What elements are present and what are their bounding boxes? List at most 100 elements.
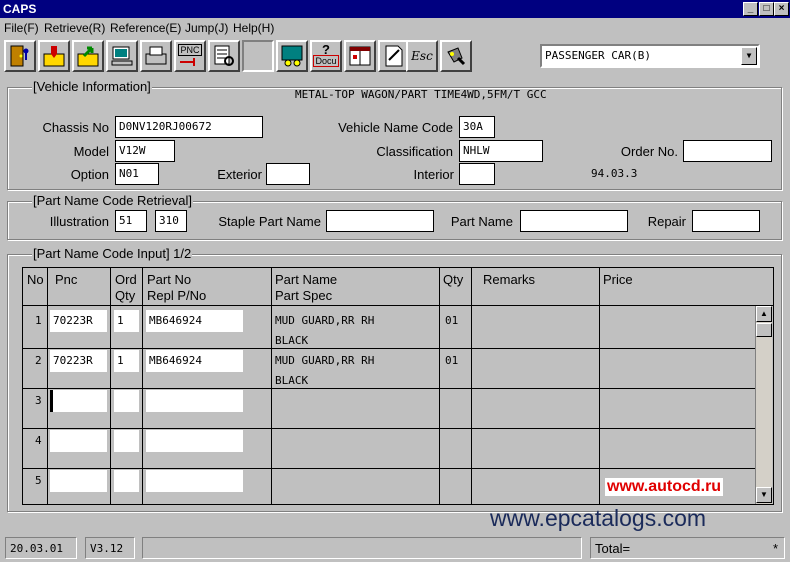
header-price: Price [603, 272, 633, 287]
vehicle-search-icon[interactable] [276, 40, 308, 72]
header-ord: Ord [115, 272, 137, 287]
input-title: [Part Name Code Input] 1/2 [32, 246, 193, 261]
header-part-name: Part Name [275, 272, 338, 287]
pnc-input[interactable]: 70223R [50, 310, 107, 332]
pnc-button[interactable]: PNC [174, 40, 206, 72]
header-no: No [27, 272, 44, 287]
interior-field[interactable] [459, 163, 495, 185]
pnc-label: PNC [178, 44, 202, 56]
vehicle-name-code-field[interactable]: 30A [459, 116, 495, 138]
model-label: Model [73, 144, 109, 159]
vehicle-date: 94.03.3 [591, 167, 638, 180]
menu-help[interactable]: Help(H) [233, 21, 274, 35]
header-part-spec: Part Spec [275, 288, 333, 303]
pnc-input[interactable] [50, 430, 107, 452]
esc-label: Esc [411, 49, 433, 63]
parts-grid: No Pnc Ord Qty Part No Repl P/No Part Na… [22, 267, 774, 505]
blank-button[interactable] [242, 40, 274, 72]
total-label: Total= [595, 541, 631, 556]
epcatalogs-watermark: www.epcatalogs.com [490, 505, 707, 531]
part-no-input[interactable] [146, 390, 243, 412]
car-type-value: PASSENGER CAR(B) [545, 49, 651, 62]
esc-button[interactable]: Esc [406, 40, 438, 72]
retrieval-group: [Part Name Code Retrieval] Illustration … [7, 193, 782, 240]
pnc-input[interactable] [50, 390, 107, 412]
scroll-thumb[interactable] [756, 323, 772, 337]
ord-qty-input[interactable] [114, 430, 139, 452]
scroll-down-icon[interactable]: ▼ [756, 487, 772, 503]
order-no-label: Order No. [620, 144, 678, 159]
grid-scrollbar[interactable]: ▲ ▼ [755, 306, 772, 504]
exterior-field[interactable] [266, 163, 310, 185]
status-date: 20.03.01 [5, 537, 77, 559]
chevron-down-icon[interactable]: ▼ [741, 47, 757, 65]
vehicle-info-group: [Vehicle Information] METAL-TOP WAGON/PA… [7, 79, 782, 190]
pnc-input[interactable]: 70223R [50, 350, 107, 372]
part-qty: 01 [445, 314, 459, 327]
close-button[interactable]: × [774, 2, 789, 16]
row-no: 4 [35, 434, 42, 447]
ord-qty-input[interactable] [114, 470, 139, 492]
staple-part-name-field[interactable] [326, 210, 434, 232]
vehicle-name-code-label: Vehicle Name Code [338, 120, 453, 135]
status-message [142, 537, 582, 559]
part-no-input[interactable] [146, 470, 243, 492]
retrieval-title: [Part Name Code Retrieval] [32, 193, 193, 208]
illustration-field-2[interactable]: 310 [155, 210, 187, 232]
chassis-label: Chassis No [42, 120, 109, 135]
part-name-label: Part Name [450, 214, 513, 229]
status-bar: 20.03.01 V3.12 Total= * [0, 534, 790, 562]
pnc-input[interactable] [50, 470, 107, 492]
part-no-input[interactable] [146, 430, 243, 452]
illustration-field-1[interactable]: 51 [115, 210, 147, 232]
row-no: 1 [35, 314, 42, 327]
minimize-button[interactable]: _ [743, 2, 758, 16]
order-no-field[interactable] [683, 140, 772, 162]
part-no-input[interactable]: MB646924 [146, 310, 243, 332]
part-name: MUD GUARD,RR RH [275, 314, 375, 327]
total-marker: * [772, 541, 778, 556]
row-no: 2 [35, 354, 42, 367]
model-field[interactable]: V12W [115, 140, 175, 162]
folder-up-icon[interactable] [72, 40, 104, 72]
ord-qty-input[interactable] [114, 390, 139, 412]
folder-down-icon[interactable] [38, 40, 70, 72]
help-mark: ? [322, 42, 330, 57]
exit-door-icon[interactable] [4, 40, 36, 72]
repair-label: Repair [647, 214, 686, 229]
header-qty: Qty [443, 272, 464, 287]
printer-icon[interactable] [140, 40, 172, 72]
ord-qty-input[interactable]: 1 [114, 350, 139, 372]
vehicle-info-title: [Vehicle Information] [32, 79, 152, 94]
menu-retrieve[interactable]: Retrieve(R) [44, 21, 105, 35]
computer-icon[interactable] [106, 40, 138, 72]
docu-button[interactable]: ? Docu [310, 40, 342, 72]
option-field[interactable]: N01 [115, 163, 159, 185]
list-lookup-icon[interactable] [208, 40, 240, 72]
ord-qty-input[interactable]: 1 [114, 310, 139, 332]
scroll-up-icon[interactable]: ▲ [756, 306, 772, 322]
menu-bar: File(F) Retrieve(R) Reference(E) Jump(J)… [0, 19, 790, 37]
menu-reference[interactable]: Reference(E) [110, 21, 181, 35]
interior-label: Interior [413, 167, 454, 182]
staple-part-name-label: Staple Part Name [218, 214, 321, 229]
row-no: 5 [35, 474, 42, 487]
flashlight-icon[interactable] [440, 40, 472, 72]
title-bar: CAPS _ □ × [0, 0, 790, 18]
part-qty: 01 [445, 354, 459, 367]
car-type-select[interactable]: PASSENGER CAR(B) ▼ [540, 44, 760, 68]
menu-jump[interactable]: Jump(J) [185, 21, 228, 35]
part-no-input[interactable]: MB646924 [146, 350, 243, 372]
window-split-icon[interactable] [344, 40, 376, 72]
vehicle-description: METAL-TOP WAGON/PART TIME4WD,5FM/T GCC [295, 88, 547, 101]
classification-field[interactable]: NHLW [459, 140, 543, 162]
option-label: Option [70, 167, 109, 182]
repair-field[interactable] [692, 210, 760, 232]
part-name-field[interactable] [520, 210, 628, 232]
chassis-field[interactable]: D0NV120RJ00672 [115, 116, 263, 138]
classification-label: Classification [376, 144, 453, 159]
docu-label: Docu [313, 55, 339, 67]
header-ord-qty: Qty [115, 288, 136, 303]
menu-file[interactable]: File(F) [4, 21, 39, 35]
maximize-button[interactable]: □ [759, 2, 774, 16]
